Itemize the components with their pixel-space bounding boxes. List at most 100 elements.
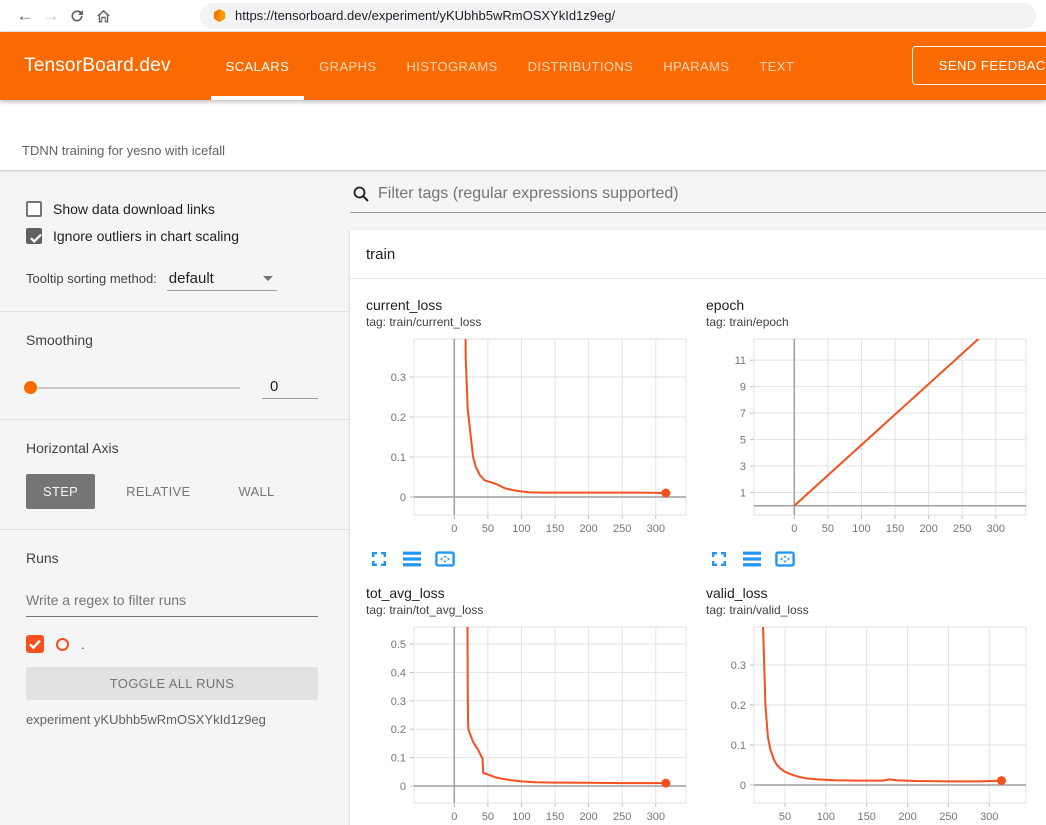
tooltip-sorting-select[interactable]: default <box>167 270 277 291</box>
svg-text:150: 150 <box>858 811 876 823</box>
svg-text:100: 100 <box>512 523 530 535</box>
svg-text:50: 50 <box>822 523 834 535</box>
browser-chrome: ← → https://tensorboard.dev/experiment/y… <box>0 0 1046 32</box>
smoothing-label: Smoothing <box>26 332 318 348</box>
show-download-links-label: Show data download links <box>53 201 215 217</box>
chart-tag: tag: train/current_loss <box>366 315 696 329</box>
smoothing-value-input[interactable] <box>262 376 318 399</box>
ignore-outliers-label: Ignore outliers in chart scaling <box>53 228 239 244</box>
toggle-all-runs-button[interactable]: TOGGLE ALL RUNS <box>26 667 318 700</box>
data-table-icon[interactable] <box>402 549 422 569</box>
url-bar[interactable]: https://tensorboard.dev/experiment/yKUbh… <box>200 3 1036 29</box>
tensorboard-favicon <box>212 8 227 23</box>
chart-title: valid_loss <box>706 585 1036 601</box>
fit-domain-icon[interactable] <box>775 549 795 569</box>
back-icon[interactable]: ← <box>12 1 38 31</box>
svg-text:50: 50 <box>482 811 494 823</box>
svg-text:300: 300 <box>647 811 665 823</box>
svg-text:0: 0 <box>451 523 457 535</box>
chart-plot[interactable]: 5010015020025030000.10.20.3 <box>706 623 1036 825</box>
tab-scalars[interactable]: SCALARS <box>211 32 305 100</box>
fit-domain-icon[interactable] <box>435 549 455 569</box>
chart-tot-avg-loss: tot_avg_loss tag: train/tot_avg_loss 050… <box>366 585 696 825</box>
svg-text:0: 0 <box>400 781 406 793</box>
chart-tag: tag: train/tot_avg_loss <box>366 603 696 617</box>
app-header: TensorBoard.dev SCALARS GRAPHS HISTOGRAM… <box>0 32 1046 100</box>
svg-text:50: 50 <box>482 523 494 535</box>
run-name: . <box>81 637 85 652</box>
chart-plot[interactable]: 0501001502002503001357911 <box>706 335 1036 545</box>
show-download-links-checkbox[interactable] <box>26 201 42 217</box>
svg-text:100: 100 <box>512 811 530 823</box>
svg-text:200: 200 <box>898 811 916 823</box>
search-icon <box>352 185 370 203</box>
chart-valid-loss: valid_loss tag: train/valid_loss 5010015… <box>706 585 1036 825</box>
svg-text:300: 300 <box>987 523 1005 535</box>
nav-tabs: SCALARS GRAPHS HISTOGRAMS DISTRIBUTIONS … <box>211 32 810 100</box>
charts-grid: current_loss tag: train/current_loss 050… <box>350 279 1046 825</box>
svg-text:200: 200 <box>579 523 597 535</box>
forward-icon[interactable]: → <box>38 1 64 31</box>
app-logo: TensorBoard.dev <box>0 55 211 77</box>
send-feedback-button[interactable]: SEND FEEDBACK <box>912 46 1046 85</box>
run-checkbox[interactable] <box>26 635 44 653</box>
tag-filter-input[interactable] <box>378 185 1046 203</box>
svg-text:100: 100 <box>852 523 870 535</box>
divider <box>0 419 348 420</box>
tab-distributions[interactable]: DISTRIBUTIONS <box>513 32 649 100</box>
ignore-outliers-checkbox-row[interactable]: Ignore outliers in chart scaling <box>26 228 318 244</box>
tab-text[interactable]: TEXT <box>744 32 809 100</box>
svg-text:300: 300 <box>647 523 665 535</box>
svg-text:300: 300 <box>980 811 998 823</box>
runs-filter-input[interactable] <box>26 588 318 617</box>
svg-text:150: 150 <box>546 811 564 823</box>
svg-text:0.2: 0.2 <box>391 412 406 424</box>
home-icon[interactable] <box>90 1 116 31</box>
svg-text:0.1: 0.1 <box>391 452 406 464</box>
horizontal-axis-label: Horizontal Axis <box>26 440 318 456</box>
reload-icon[interactable] <box>64 1 90 31</box>
axis-relative-button[interactable]: RELATIVE <box>109 474 207 509</box>
expand-chart-icon[interactable] <box>709 549 729 569</box>
experiment-subtitle-band: TDNN training for yesno with icefall <box>0 100 1046 171</box>
url-text: https://tensorboard.dev/experiment/yKUbh… <box>235 8 615 23</box>
svg-text:0.3: 0.3 <box>391 696 406 708</box>
svg-text:5: 5 <box>740 435 746 447</box>
expand-chart-icon[interactable] <box>369 549 389 569</box>
axis-wall-button[interactable]: WALL <box>221 474 291 509</box>
tab-hparams[interactable]: HPARAMS <box>648 32 744 100</box>
svg-text:0.2: 0.2 <box>731 700 746 712</box>
divider <box>0 311 348 312</box>
chart-plot[interactable]: 05010015020025030000.10.20.30.40.5 <box>366 623 696 825</box>
svg-text:150: 150 <box>886 523 904 535</box>
tab-graphs[interactable]: GRAPHS <box>304 32 391 100</box>
axis-step-button[interactable]: STEP <box>26 474 95 509</box>
ignore-outliers-checkbox[interactable] <box>26 228 42 244</box>
train-section-header[interactable]: train <box>350 230 1046 279</box>
check-icon <box>28 230 44 246</box>
svg-text:0.3: 0.3 <box>391 372 406 384</box>
svg-text:7: 7 <box>740 408 746 420</box>
svg-text:0.1: 0.1 <box>731 740 746 752</box>
chart-plot[interactable]: 05010015020025030000.10.20.3 <box>366 335 696 545</box>
show-download-links-checkbox-row[interactable]: Show data download links <box>26 201 318 217</box>
settings-sidebar: Show data download links Ignore outliers… <box>0 171 348 825</box>
run-color-swatch-icon[interactable] <box>56 638 69 651</box>
chart-current-loss: current_loss tag: train/current_loss 050… <box>366 297 696 569</box>
svg-text:200: 200 <box>579 811 597 823</box>
svg-text:0: 0 <box>740 780 746 792</box>
tab-histograms[interactable]: HISTOGRAMS <box>391 32 512 100</box>
smoothing-slider[interactable] <box>26 387 240 389</box>
svg-text:0.4: 0.4 <box>391 667 406 679</box>
train-section-card: train current_loss tag: train/current_lo… <box>350 230 1046 825</box>
svg-text:3: 3 <box>740 461 746 473</box>
svg-text:50: 50 <box>779 811 791 823</box>
svg-text:9: 9 <box>740 382 746 394</box>
chart-title: epoch <box>706 297 1036 313</box>
svg-text:250: 250 <box>953 523 971 535</box>
smoothing-slider-thumb[interactable] <box>24 381 37 394</box>
svg-text:0.2: 0.2 <box>391 724 406 736</box>
svg-text:0: 0 <box>400 492 406 504</box>
data-table-icon[interactable] <box>742 549 762 569</box>
tooltip-sorting-label: Tooltip sorting method: <box>26 271 157 286</box>
